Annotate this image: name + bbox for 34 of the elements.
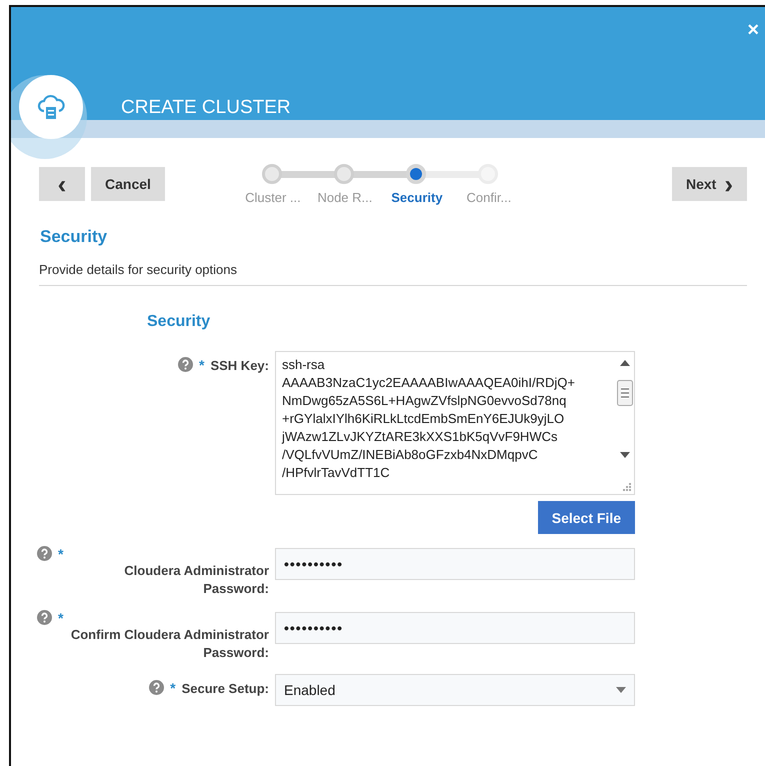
scroll-down-icon[interactable] [620,452,630,458]
resize-grip-icon[interactable] [622,482,631,491]
required-marker: * [58,610,64,626]
required-marker: * [199,357,204,373]
password-field[interactable]: •••••••••• [275,612,635,644]
required-marker: * [170,680,176,696]
scroll-up-icon[interactable] [620,360,630,366]
scrollbar-thumb[interactable] [617,380,633,406]
section-heading: Security [147,313,212,331]
help-icon[interactable] [37,546,52,561]
field-label: SSH Key: [210,357,269,375]
step-marker[interactable] [262,164,282,184]
step-marker[interactable] [406,164,426,184]
field-label: Cloudera Administrator Password: [123,562,269,598]
help-icon[interactable] [178,357,194,372]
dropdown-caret-icon [616,687,626,693]
help-icon[interactable] [37,610,52,625]
back-button[interactable]: ‹ [39,167,85,201]
select-file-button[interactable]: Select File [538,501,635,534]
page-heading: Security [40,227,108,247]
secure-setup-dropdown[interactable]: Enabled [275,674,635,706]
help-icon[interactable] [149,680,164,695]
cancel-button[interactable]: Cancel [91,167,165,201]
dialog-title: CREATE CLUSTER [121,97,291,119]
password-field[interactable]: •••••••••• [275,548,635,580]
page-description: Provide details for security options [39,262,238,277]
step-label[interactable]: Security [391,190,443,204]
step-marker[interactable] [334,164,354,184]
next-button[interactable]: Next › [672,167,747,201]
cloud-server-icon [37,94,65,120]
ssh-key-field[interactable]: ssh-rsa AAAAB3NzaC1yc2EAAAABIwAAAQEA0ihI/RDjQ+ NmDwg65zA5S6L+HAgwZVfslpNG0evvoSd78nq +rGYlalxIYlh6KiRLkLtcdEmbSmEnY6EJUk9yjLO jWAzw1ZLvJKYZtARE3kXXS1bK5qVvF9HWCs /VQLfvVUmZ/INEBiAb8oGFzxb4NxDMqpvC /HPfvlrTavVdTT1C [275,351,635,495]
field-label: Secure Setup: [182,680,269,698]
field-label: Confirm Cloudera Administrator Password: [70,626,269,662]
required-marker: * [58,546,64,562]
